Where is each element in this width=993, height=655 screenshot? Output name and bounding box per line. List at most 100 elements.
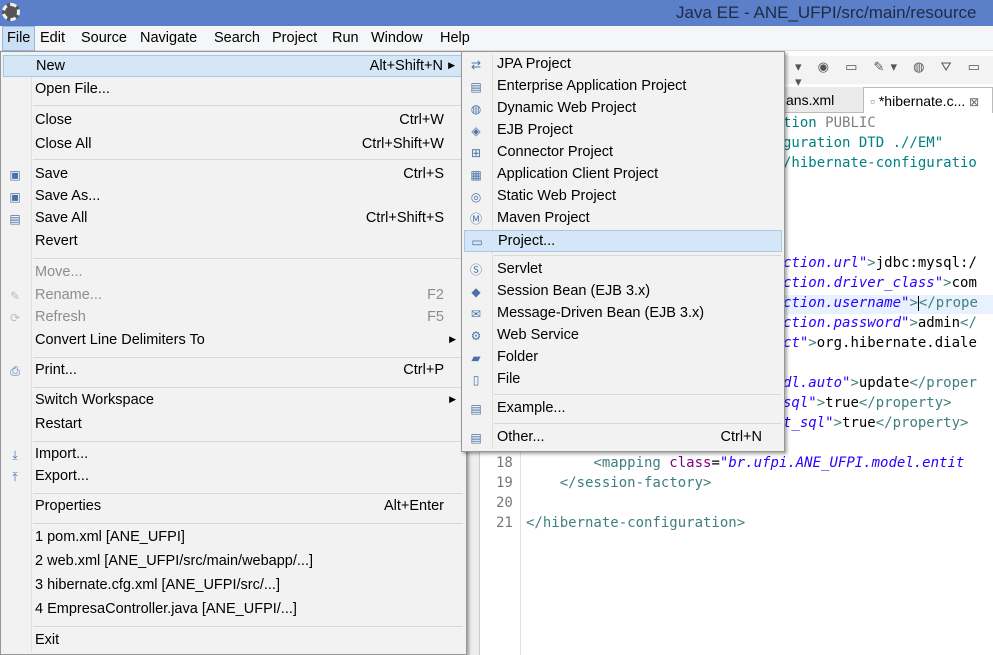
menu-item-file[interactable]: ▯ File (464, 369, 782, 391)
menu-item-2-web-xml-ane-ufpi-src-main-webapp[interactable]: 2 web.xml [ANE_UFPI/src/main/webapp/...] (3, 551, 464, 573)
menu-item-shortcut: Ctrl+Shift+S (365, 210, 444, 226)
code-token: admin (917, 315, 961, 331)
menu-source[interactable]: Source (77, 29, 131, 47)
menu-item-dynamic-web-project[interactable]: ◍ Dynamic Web Project (464, 98, 782, 120)
code-token: org.hibernate.diale (816, 335, 977, 351)
menu-item-export[interactable]: ⤒ Export... (3, 466, 464, 488)
menu-item-label: Close (35, 112, 73, 128)
menu-help[interactable]: Help (436, 29, 474, 47)
menu-item-label: Revert (35, 233, 78, 249)
menu-edit[interactable]: Edit (36, 29, 69, 47)
code-token: </prope (918, 295, 978, 311)
menu-item-servlet[interactable]: Ⓢ Servlet (464, 259, 782, 281)
menu-item-example[interactable]: ▤ Example... (464, 398, 782, 420)
menu-item-session-bean-ejb-3-x[interactable]: ◆ Session Bean (EJB 3.x) (464, 281, 782, 303)
menu-item-label: Export... (35, 468, 89, 484)
menu-item-application-client-project[interactable]: ▦ Application Client Project (464, 164, 782, 186)
menu-item-project[interactable]: ▭ Project... (464, 230, 782, 252)
maven-icon: Ⓜ (469, 212, 482, 226)
menu-item-shortcut: F2 (427, 287, 444, 303)
example-icon: ▤ (470, 402, 482, 416)
new-submenu: ⇄ JPA Project ▤ Enterprise Application Proj… (461, 51, 785, 452)
menu-item-folder[interactable]: ▰ Folder (464, 347, 782, 369)
menu-item-connector-project[interactable]: ⊞ Connector Project (464, 142, 782, 164)
menu-item-close-all[interactable]: Close All Ctrl+Shift+W (3, 134, 464, 156)
menu-item-exit[interactable]: Exit (3, 630, 464, 652)
code-token: dl.auto" (783, 375, 851, 391)
menu-item-label: Project... (498, 233, 556, 249)
menu-item-switch-workspace[interactable]: Switch Workspace ▶ (3, 390, 464, 412)
tab-beans-xml[interactable]: ans.xml (780, 87, 840, 113)
menu-search[interactable]: Search (210, 29, 264, 47)
menu-item-open-file[interactable]: Open File... (3, 79, 464, 101)
code-token: com (951, 275, 977, 291)
menu-item-rename[interactable]: ✎ Rename... F2 (3, 285, 464, 307)
menu-item-save-as[interactable]: ▣ Save As... (3, 186, 464, 208)
menu-item-revert[interactable]: Revert (3, 231, 464, 253)
menu-item-ejb-project[interactable]: ◈ EJB Project (464, 120, 782, 142)
web-service-icon: ⚙ (470, 329, 482, 343)
code-line: dl.auto">update</proper (783, 375, 977, 391)
menu-item-jpa-project[interactable]: ⇄ JPA Project (464, 54, 782, 76)
menu-item-import[interactable]: ⤓ Import... (3, 444, 464, 466)
menu-item-1-pom-xml-ane-ufpi[interactable]: 1 pom.xml [ANE_UFPI] (3, 527, 464, 549)
menu-item-3-hibernate-cfg-xml-ane-ufpi-src[interactable]: 3 hibernate.cfg.xml [ANE_UFPI/src/...] (3, 575, 464, 597)
connector-project-icon: ⊞ (470, 146, 482, 160)
menu-item-label: Rename... (35, 287, 102, 303)
menu-separator (33, 523, 463, 524)
menu-item-convert-line-delimiters-to[interactable]: Convert Line Delimiters To ▶ (3, 330, 464, 352)
menu-item-print[interactable]: ⎙ Print... Ctrl+P (3, 360, 464, 382)
menu-item-shortcut: Ctrl+S (403, 166, 444, 182)
menu-item-shortcut: Ctrl+Shift+W (361, 136, 444, 152)
menu-item-label: Other... (497, 429, 545, 445)
code-token: PUBLIC (825, 115, 876, 131)
menu-item-shortcut: Alt+Shift+N (369, 58, 443, 74)
menu-item-label: Dynamic Web Project (497, 100, 637, 116)
menu-item-close[interactable]: Close Ctrl+W (3, 110, 464, 132)
tab-hibernate-cfg[interactable]: ▫ *hibernate.c... ⊠ (863, 87, 993, 113)
menu-item-new[interactable]: New Alt+Shift+N ▶ (3, 55, 464, 77)
menu-item-label: Folder (497, 349, 539, 365)
menu-item-move[interactable]: Move... (3, 262, 464, 284)
menu-item-other[interactable]: ▤ Other... Ctrl+N (464, 427, 782, 449)
code-line: <mapping class="br.ufpi.ANE_UFPI.model.e… (526, 455, 964, 471)
code-token: </hibernate-configuration> (526, 515, 746, 531)
menu-item-label: Switch Workspace (35, 392, 154, 408)
menu-item-shortcut: Ctrl+N (720, 429, 763, 445)
menu-item-properties[interactable]: Properties Alt+Enter (3, 496, 464, 518)
menu-item-save[interactable]: ▣ Save Ctrl+S (3, 164, 464, 186)
menu-project[interactable]: Project (268, 29, 321, 47)
code-token: = (711, 455, 720, 471)
menu-item-enterprise-application-project[interactable]: ▤ Enterprise Application Project (464, 76, 782, 98)
menu-item-label: 4 EmpresaController.java [ANE_UFPI/...] (35, 601, 297, 617)
menu-item-label: EJB Project (497, 122, 573, 138)
code-token: ction.url" (783, 255, 868, 271)
menu-separator (33, 258, 463, 259)
menu-item-message-driven-bean-ejb-3-x[interactable]: ✉ Message-Driven Bean (EJB 3.x) (464, 303, 782, 325)
toolbar-icons[interactable]: ▾ ◉ ▭ ✎▾ ◍ ⛛ ▭ ▾ (795, 60, 993, 90)
tab-label: *hibernate.c... (878, 93, 966, 109)
menu-item-label: Static Web Project (497, 188, 617, 204)
menu-item-static-web-project[interactable]: ◎ Static Web Project (464, 186, 782, 208)
menu-item-maven-project[interactable]: Ⓜ Maven Project (464, 208, 782, 230)
code-token: > (867, 255, 876, 271)
menu-item-save-all[interactable]: ▤ Save All Ctrl+Shift+S (3, 208, 464, 230)
menu-item-label: Move... (35, 264, 83, 280)
menu-navigate[interactable]: Navigate (136, 29, 201, 47)
menu-item-web-service[interactable]: ⚙ Web Service (464, 325, 782, 347)
menu-item-label: Save As... (35, 188, 101, 204)
rename-icon: ✎ (9, 289, 21, 303)
menu-item-restart[interactable]: Restart (3, 414, 464, 436)
submenu-arrow-icon: ▶ (448, 60, 455, 70)
code-line: ction.url">jdbc:mysql:/ (783, 255, 977, 271)
close-tab-icon[interactable]: ⊠ (969, 95, 979, 109)
line-number: 18 (496, 455, 513, 471)
eclipse-app-icon[interactable] (2, 3, 20, 21)
menu-item-refresh[interactable]: ⟳ Refresh F5 (3, 307, 464, 329)
menu-window[interactable]: Window (367, 29, 427, 47)
menu-item-4-empresacontroller-java-ane-ufpi[interactable]: 4 EmpresaController.java [ANE_UFPI/...] (3, 599, 464, 621)
code-token: > (833, 415, 843, 431)
menu-run[interactable]: Run (328, 29, 363, 47)
menu-file[interactable]: File (2, 26, 36, 51)
submenu-arrow-icon: ▶ (449, 334, 456, 344)
